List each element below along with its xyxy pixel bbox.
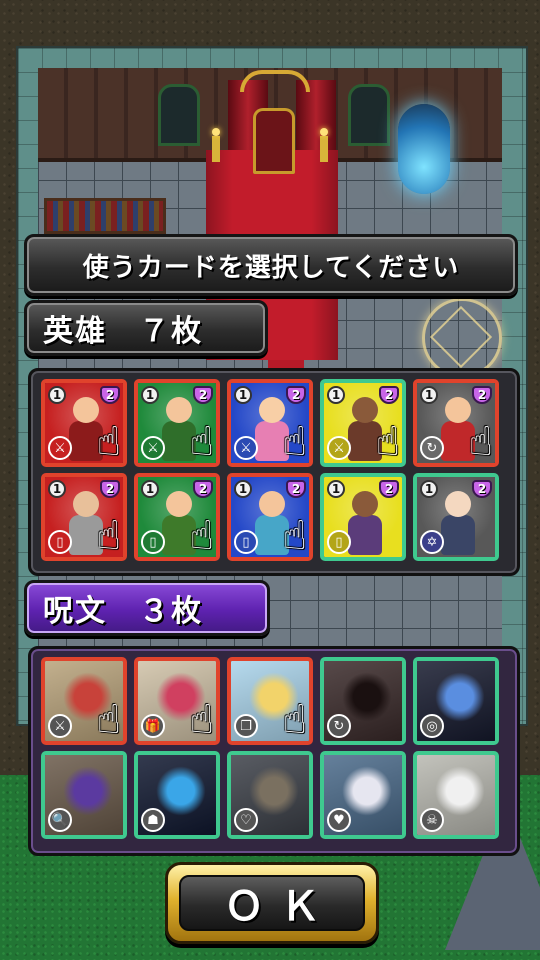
card-icon: ▯ bbox=[141, 530, 165, 554]
tap-hand-icon: ☝ bbox=[468, 419, 493, 465]
tap-hand-icon: ☝ bbox=[282, 697, 307, 743]
heart-icon: ♡ bbox=[234, 808, 258, 832]
ok-button[interactable]: ＯＫ bbox=[165, 862, 379, 944]
hero-card[interactable]: 1 2 ⚔ ☝ bbox=[41, 379, 127, 467]
mirror-icon: ◎ bbox=[420, 714, 444, 738]
spell-card[interactable]: ☗ bbox=[134, 751, 220, 839]
tap-hand-icon: ☝ bbox=[189, 513, 214, 559]
card-icon: ▯ bbox=[234, 530, 258, 554]
hero-card[interactable]: 1 2 ⚔ ☝ bbox=[227, 379, 313, 467]
spell-card[interactable]: ☠ bbox=[413, 751, 499, 839]
cost-badge: 1 bbox=[141, 386, 159, 404]
hero-card[interactable]: 1 2 ▯ ☝ bbox=[41, 473, 127, 561]
hero-card[interactable]: 1 2 ▯ bbox=[320, 473, 406, 561]
cost-badge: 1 bbox=[234, 386, 252, 404]
ok-button-label: ＯＫ bbox=[179, 875, 365, 931]
cost-badge: 1 bbox=[48, 480, 66, 498]
spell-card[interactable]: ⚔ ☝ bbox=[41, 657, 127, 745]
hero-head bbox=[259, 397, 285, 423]
gift-icon: 🎁 bbox=[141, 714, 165, 738]
hero-head bbox=[73, 397, 99, 423]
cost-badge: 1 bbox=[141, 480, 159, 498]
crossed-swords-icon: ⚔ bbox=[48, 714, 72, 738]
card-icon: ▯ bbox=[327, 530, 351, 554]
spell-card-grid: ⚔ ☝ 🎁 ☝ ❐ ☝ ↻ ◎ 🔍 ☗ ♡ ♥ ☠ bbox=[41, 657, 499, 839]
heart-red-icon: ♥ bbox=[327, 808, 351, 832]
crossed-swords-icon: ⚔ bbox=[327, 436, 351, 460]
hero-card[interactable]: 1 2 ▯ ☝ bbox=[134, 473, 220, 561]
hero-head bbox=[445, 397, 471, 423]
cost-badge: 1 bbox=[327, 480, 345, 498]
hero-head bbox=[352, 397, 378, 423]
cards-icon: ❐ bbox=[234, 714, 258, 738]
crossed-swords-icon: ⚔ bbox=[141, 436, 165, 460]
spell-card[interactable]: ↻ bbox=[320, 657, 406, 745]
hero-card[interactable]: 1 2 ✡ bbox=[413, 473, 499, 561]
cost-badge: 1 bbox=[234, 480, 252, 498]
throne-arch bbox=[240, 70, 310, 92]
throne bbox=[253, 108, 295, 174]
spell-card[interactable]: ♥ bbox=[320, 751, 406, 839]
cost-badge: 1 bbox=[327, 386, 345, 404]
hero-head bbox=[352, 491, 378, 517]
magic-circle bbox=[422, 298, 502, 378]
hero-head bbox=[259, 491, 285, 517]
tap-hand-icon: ☝ bbox=[189, 697, 214, 743]
candle-icon bbox=[212, 128, 220, 162]
spell-count-header: 呪文 ３枚 bbox=[24, 580, 270, 636]
tap-hand-icon: ☝ bbox=[96, 513, 121, 559]
ghost-icon: ☗ bbox=[141, 808, 165, 832]
tap-hand-icon: ☝ bbox=[189, 419, 214, 465]
candle-icon bbox=[320, 128, 328, 162]
crossed-swords-icon: ⚔ bbox=[48, 436, 72, 460]
cost-badge: 1 bbox=[420, 480, 438, 498]
magic-fountain bbox=[398, 104, 450, 194]
magnifier-icon: 🔍 bbox=[48, 808, 72, 832]
hero-body bbox=[441, 515, 475, 555]
hero-head bbox=[445, 491, 471, 517]
hero-head bbox=[166, 491, 192, 517]
cost-badge: 1 bbox=[420, 386, 438, 404]
hero-count-label: 英雄 ７枚 bbox=[43, 314, 203, 349]
hero-card[interactable]: 1 2 ⚔ ☝ bbox=[320, 379, 406, 467]
tap-hand-icon: ☝ bbox=[282, 513, 307, 559]
spell-card[interactable]: ♡ bbox=[227, 751, 313, 839]
cycle-icon: ↻ bbox=[327, 714, 351, 738]
hero-head bbox=[166, 397, 192, 423]
cycle-icon: ↻ bbox=[420, 436, 444, 460]
desk bbox=[44, 198, 166, 234]
hero-card[interactable]: 1 2 ▯ ☝ bbox=[227, 473, 313, 561]
crossed-swords-icon: ⚔ bbox=[234, 436, 258, 460]
instruction-text: 使うカードを選択してください bbox=[82, 252, 460, 283]
spell-card-panel: ⚔ ☝ 🎁 ☝ ❐ ☝ ↻ ◎ 🔍 ☗ ♡ ♥ ☠ bbox=[28, 646, 520, 856]
hero-card-panel: 1 2 ⚔ ☝ 1 2 ⚔ ☝ 1 2 ⚔ ☝ 1 2 ⚔ ☝ 1 2 ↻ ☝ 1 2 ▯ ☝ 1 2 ▯ ☝ 1 2 ▯ ☝ 1 2 ▯ 1 2 ✡ bbox=[28, 368, 520, 576]
hero-count-header: 英雄 ７枚 bbox=[24, 300, 268, 356]
spell-card[interactable]: 🎁 ☝ bbox=[134, 657, 220, 745]
hero-card[interactable]: 1 2 ⚔ ☝ bbox=[134, 379, 220, 467]
tap-hand-icon: ☝ bbox=[96, 697, 121, 743]
tap-hand-icon: ☝ bbox=[282, 419, 307, 465]
hexagram-icon: ✡ bbox=[420, 530, 444, 554]
spell-card[interactable]: 🔍 bbox=[41, 751, 127, 839]
hero-head bbox=[73, 491, 99, 517]
spell-card[interactable]: ❐ ☝ bbox=[227, 657, 313, 745]
tap-hand-icon: ☝ bbox=[375, 419, 400, 465]
tap-hand-icon: ☝ bbox=[96, 419, 121, 465]
skull-icon: ☠ bbox=[420, 808, 444, 832]
spell-card[interactable]: ◎ bbox=[413, 657, 499, 745]
instruction-banner: 使うカードを選択してください bbox=[24, 234, 518, 296]
card-icon: ▯ bbox=[48, 530, 72, 554]
spell-count-label: 呪文 ３枚 bbox=[43, 594, 203, 629]
hero-card-grid: 1 2 ⚔ ☝ 1 2 ⚔ ☝ 1 2 ⚔ ☝ 1 2 ⚔ ☝ 1 2 ↻ ☝ 1 2 ▯ ☝ 1 2 ▯ ☝ 1 2 ▯ ☝ 1 2 ▯ 1 2 ✡ bbox=[41, 379, 499, 561]
cost-badge: 1 bbox=[48, 386, 66, 404]
hero-card[interactable]: 1 2 ↻ ☝ bbox=[413, 379, 499, 467]
hero-body bbox=[348, 515, 382, 555]
window-left bbox=[158, 84, 200, 146]
window-right bbox=[348, 84, 390, 146]
